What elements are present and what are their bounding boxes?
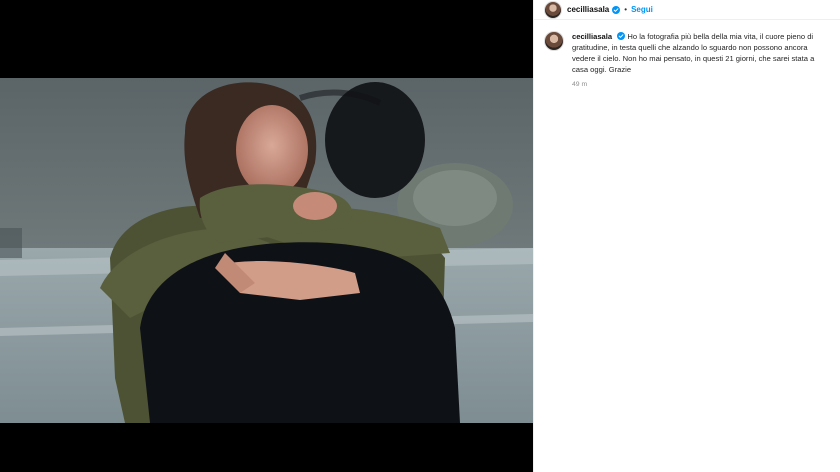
photo-embrace-image xyxy=(0,78,533,423)
verified-badge-icon xyxy=(612,5,621,14)
profile-avatar[interactable] xyxy=(544,0,562,19)
post-side-panel: cecilliasala • Segui cecilliasala Ho la … xyxy=(533,0,840,472)
header-username[interactable]: cecilliasala xyxy=(567,5,609,14)
post-header: cecilliasala • Segui xyxy=(534,0,840,20)
instagram-post-view: cecilliasala • Segui cecilliasala Ho la … xyxy=(0,0,840,472)
post-photo[interactable] xyxy=(0,78,533,423)
post-timestamp[interactable]: 49 m xyxy=(572,81,826,88)
post-media[interactable] xyxy=(0,0,533,472)
caption-avatar[interactable] xyxy=(544,31,564,51)
separator-dot: • xyxy=(624,5,628,14)
follow-button[interactable]: Segui xyxy=(631,5,653,14)
post-caption: cecilliasala Ho la fotografia più bella … xyxy=(534,20,840,88)
caption-text-block: cecilliasala Ho la fotografia più bella … xyxy=(572,31,826,75)
caption-username[interactable]: cecilliasala xyxy=(572,32,612,41)
caption-body: cecilliasala Ho la fotografia più bella … xyxy=(572,31,826,88)
verified-badge-icon xyxy=(617,32,626,40)
